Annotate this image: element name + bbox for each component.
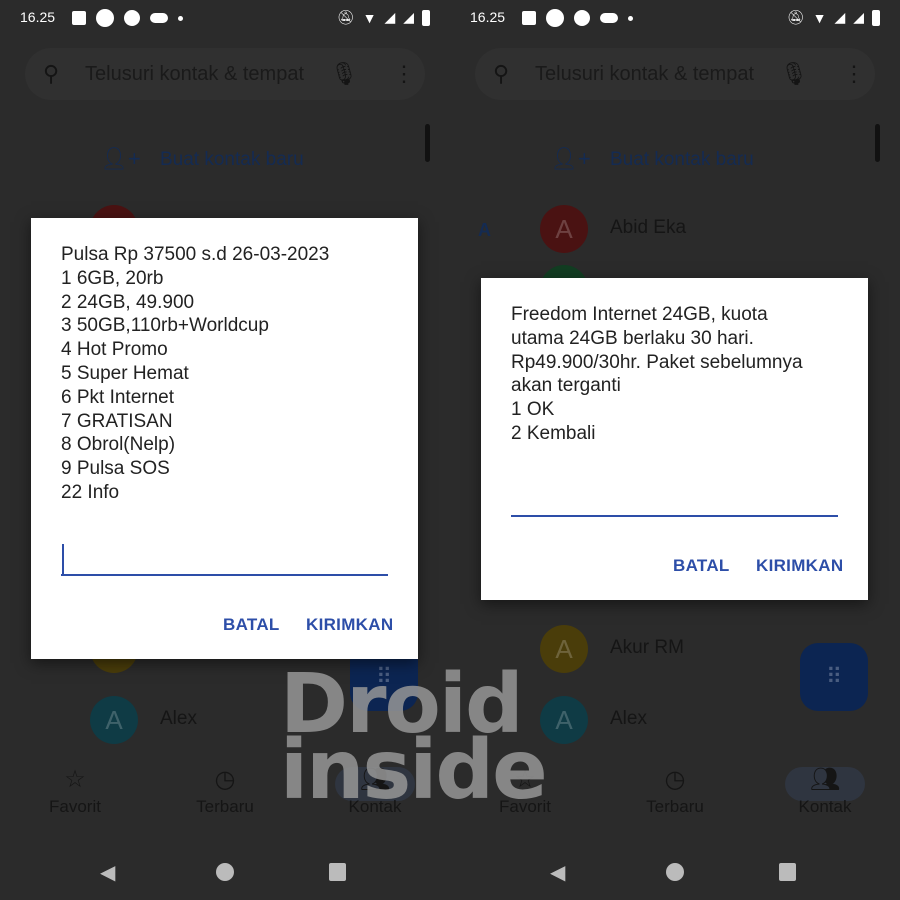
- home-button[interactable]: [666, 863, 684, 881]
- more-notifications-icon: [628, 15, 633, 21]
- scrollbar[interactable]: [425, 124, 430, 162]
- wifi-icon: ▼: [362, 9, 377, 26]
- dialpad-button[interactable]: ⠿: [800, 643, 868, 711]
- status-bar: 16.25 🔕︎ ▼ ◢ ◢: [470, 7, 880, 29]
- contact-name: Alex: [160, 708, 197, 729]
- mute-icon: 🔕︎: [786, 9, 805, 25]
- watermark-logo: Droid inside: [280, 664, 660, 818]
- search-icon: ⚲: [43, 61, 60, 86]
- more-options-icon[interactable]: ⋮: [393, 61, 415, 87]
- nav-label: Terbaru: [196, 797, 254, 816]
- search-bar[interactable]: ⚲ Telusuri kontak & tempat 🎙︎ ⋮: [475, 48, 875, 100]
- send-button[interactable]: KIRIMKAN: [756, 556, 843, 576]
- status-time: 16.25: [20, 9, 56, 25]
- signal-icon: ◢: [834, 9, 846, 25]
- mute-icon: 🔕︎: [336, 9, 355, 25]
- nav-kontak[interactable]: 👥︎ Kontak: [775, 763, 875, 817]
- nav-label: Kontak: [798, 797, 852, 816]
- notification-icon: [150, 13, 168, 23]
- system-nav: ◀: [450, 860, 900, 888]
- create-contact-label: Buat kontak baru: [610, 149, 754, 170]
- chrome-icon: [124, 10, 140, 26]
- notification-icon: [522, 11, 536, 25]
- signal-icon: ◢: [853, 9, 864, 25]
- search-icon: ⚲: [493, 61, 510, 86]
- more-notifications-icon: [178, 15, 183, 21]
- home-button[interactable]: [216, 863, 234, 881]
- add-person-icon: 👤︎+: [550, 146, 591, 171]
- search-placeholder: Telusuri kontak & tempat: [535, 63, 754, 85]
- notification-icon: [546, 9, 564, 27]
- reply-input[interactable]: [511, 481, 838, 517]
- nav-terbaru[interactable]: ◷ Terbaru: [175, 763, 275, 817]
- text-cursor: [62, 544, 64, 574]
- nav-favorit[interactable]: ☆ Favorit: [25, 763, 125, 817]
- dialog-message: Freedom Internet 24GB, kuota utama 24GB …: [511, 304, 803, 444]
- recents-button[interactable]: [779, 863, 796, 881]
- dialpad-icon: ⠿: [825, 664, 843, 689]
- mic-icon[interactable]: 🎙︎: [330, 61, 358, 87]
- system-nav: ◀: [0, 860, 450, 888]
- notification-icon: [96, 9, 114, 27]
- avatar: A: [90, 696, 138, 744]
- send-button[interactable]: KIRIMKAN: [306, 615, 393, 635]
- contact-name: Akur RM: [610, 637, 684, 658]
- more-options-icon[interactable]: ⋮: [843, 61, 865, 87]
- cancel-button[interactable]: BATAL: [223, 615, 280, 635]
- people-icon: 👥︎: [809, 766, 841, 793]
- recents-button[interactable]: [329, 863, 346, 881]
- battery-icon: [422, 9, 430, 26]
- contact-row[interactable]: A Abid Eka: [540, 205, 860, 253]
- dialog-message: Pulsa Rp 37500 s.d 26-03-2023 1 6GB, 20r…: [61, 244, 330, 503]
- status-bar: 16.25 🔕︎ ▼ ◢ ◢: [20, 7, 430, 29]
- cancel-button[interactable]: BATAL: [673, 556, 730, 576]
- mic-icon[interactable]: 🎙︎: [780, 61, 808, 87]
- battery-icon: [872, 9, 880, 26]
- star-icon: ☆: [64, 766, 86, 793]
- create-contact-button[interactable]: 👤︎+ Buat kontak baru: [100, 146, 304, 172]
- back-button[interactable]: ◀: [100, 860, 115, 885]
- section-letter: A: [478, 220, 491, 240]
- chrome-icon: [574, 10, 590, 26]
- create-contact-label: Buat kontak baru: [160, 149, 304, 170]
- ussd-dialog: Freedom Internet 24GB, kuota utama 24GB …: [481, 278, 868, 600]
- wifi-icon: ▼: [812, 9, 827, 26]
- scrollbar[interactable]: [875, 124, 880, 162]
- contact-name: Abid Eka: [610, 217, 687, 238]
- avatar: A: [540, 625, 588, 673]
- back-button[interactable]: ◀: [550, 860, 565, 885]
- notification-icon: [72, 11, 86, 25]
- ussd-dialog: Pulsa Rp 37500 s.d 26-03-2023 1 6GB, 20r…: [31, 218, 418, 659]
- create-contact-button[interactable]: 👤︎+ Buat kontak baru: [550, 146, 754, 172]
- signal-icon: ◢: [384, 9, 396, 25]
- avatar: A: [540, 205, 588, 253]
- search-bar[interactable]: ⚲ Telusuri kontak & tempat 🎙︎ ⋮: [25, 48, 425, 100]
- search-placeholder: Telusuri kontak & tempat: [85, 63, 304, 85]
- add-person-icon: 👤︎+: [100, 146, 141, 171]
- watermark-line: inside: [280, 723, 548, 818]
- signal-icon: ◢: [403, 9, 414, 25]
- nav-label: Favorit: [49, 797, 101, 816]
- reply-input[interactable]: [61, 540, 388, 576]
- notification-icon: [600, 13, 618, 23]
- clock-icon: ◷: [214, 766, 236, 793]
- status-time: 16.25: [470, 9, 506, 25]
